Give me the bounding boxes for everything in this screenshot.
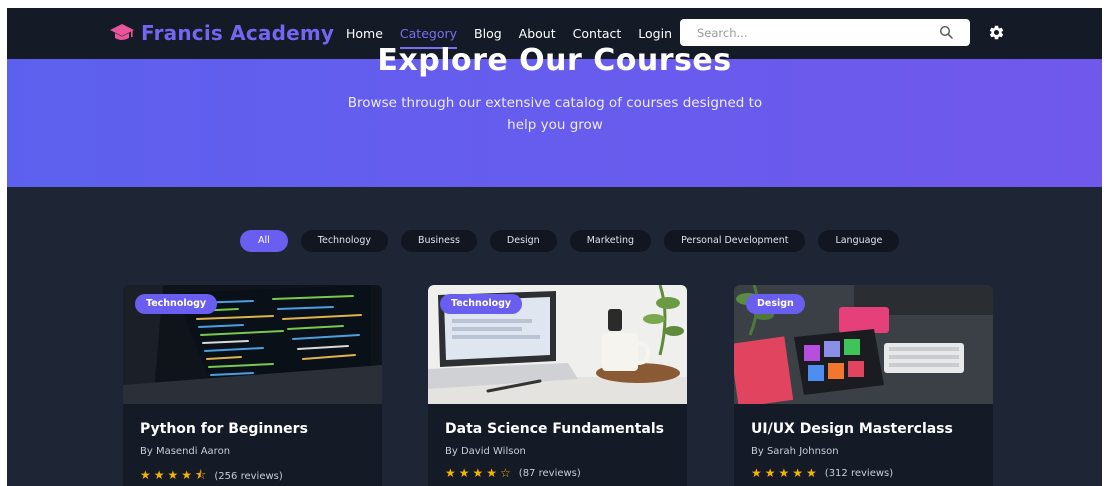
filter-language[interactable]: Language	[818, 230, 900, 252]
review-count: (256 reviews)	[214, 471, 283, 482]
course-card[interactable]: Technology Python for Beginners By Masen…	[123, 285, 382, 486]
category-badge: Technology	[135, 294, 218, 314]
course-image: Technology	[428, 285, 687, 404]
hero-title: Explore Our Courses	[377, 43, 732, 78]
course-rating: ★★★★⯪ (256 reviews)	[140, 466, 283, 486]
course-author: By Sarah Johnson	[751, 446, 839, 457]
search-box	[680, 19, 970, 46]
course-card[interactable]: Technology Data Science Fundamentals By …	[428, 285, 687, 486]
star-rating-icon: ★★★★⯪	[140, 468, 210, 482]
filter-personal-development[interactable]: Personal Development	[664, 230, 806, 252]
filter-technology[interactable]: Technology	[300, 230, 388, 252]
filter-design[interactable]: Design	[489, 230, 557, 252]
nav-login[interactable]: Login	[638, 26, 672, 41]
gear-icon[interactable]	[988, 24, 1005, 41]
category-badge: Technology	[440, 294, 523, 314]
nav-home[interactable]: Home	[346, 26, 383, 41]
filter-business[interactable]: Business	[401, 230, 477, 252]
course-title[interactable]: Data Science Fundamentals	[445, 421, 664, 437]
nav-blog[interactable]: Blog	[474, 26, 502, 41]
course-author: By David Wilson	[445, 446, 526, 457]
nav-category[interactable]: Category	[399, 26, 458, 49]
page-frame: Francis Academy Home Category Blog About…	[7, 8, 1102, 486]
hero-banner: Explore Our Courses Browse through our e…	[7, 43, 1102, 187]
course-title[interactable]: UI/UX Design Masterclass	[751, 421, 953, 437]
review-count: (312 reviews)	[824, 467, 894, 479]
course-image: Design	[734, 285, 993, 404]
course-author: By Masendi Aaron	[140, 446, 231, 457]
category-filters: All Technology Business Design Marketing…	[240, 230, 912, 252]
star-rating-icon: ★★★★☆	[445, 466, 514, 480]
course-card[interactable]: Design UI/UX Design Masterclass By Sarah…	[734, 285, 993, 486]
course-title[interactable]: Python for Beginners	[140, 421, 308, 437]
course-rating: ★★★★☆ (87 reviews)	[445, 466, 581, 480]
search-input[interactable]	[680, 19, 930, 46]
review-count: (87 reviews)	[518, 467, 581, 479]
filter-all[interactable]: All	[240, 230, 288, 252]
course-image: Technology	[123, 285, 382, 404]
category-badge: Design	[746, 294, 805, 314]
brand-name: Francis Academy	[141, 21, 335, 45]
hero-subtitle: Browse through our extensive catalog of …	[347, 95, 763, 133]
nav-contact[interactable]: Contact	[573, 26, 622, 41]
graduation-cap-icon	[110, 24, 134, 40]
search-icon[interactable]	[939, 25, 953, 39]
star-rating-icon: ★★★★★	[751, 466, 820, 480]
course-rating: ★★★★★ (312 reviews)	[751, 466, 893, 480]
brand-logo[interactable]: Francis Academy	[110, 21, 334, 45]
nav-about[interactable]: About	[519, 26, 556, 41]
filter-marketing[interactable]: Marketing	[569, 230, 652, 252]
